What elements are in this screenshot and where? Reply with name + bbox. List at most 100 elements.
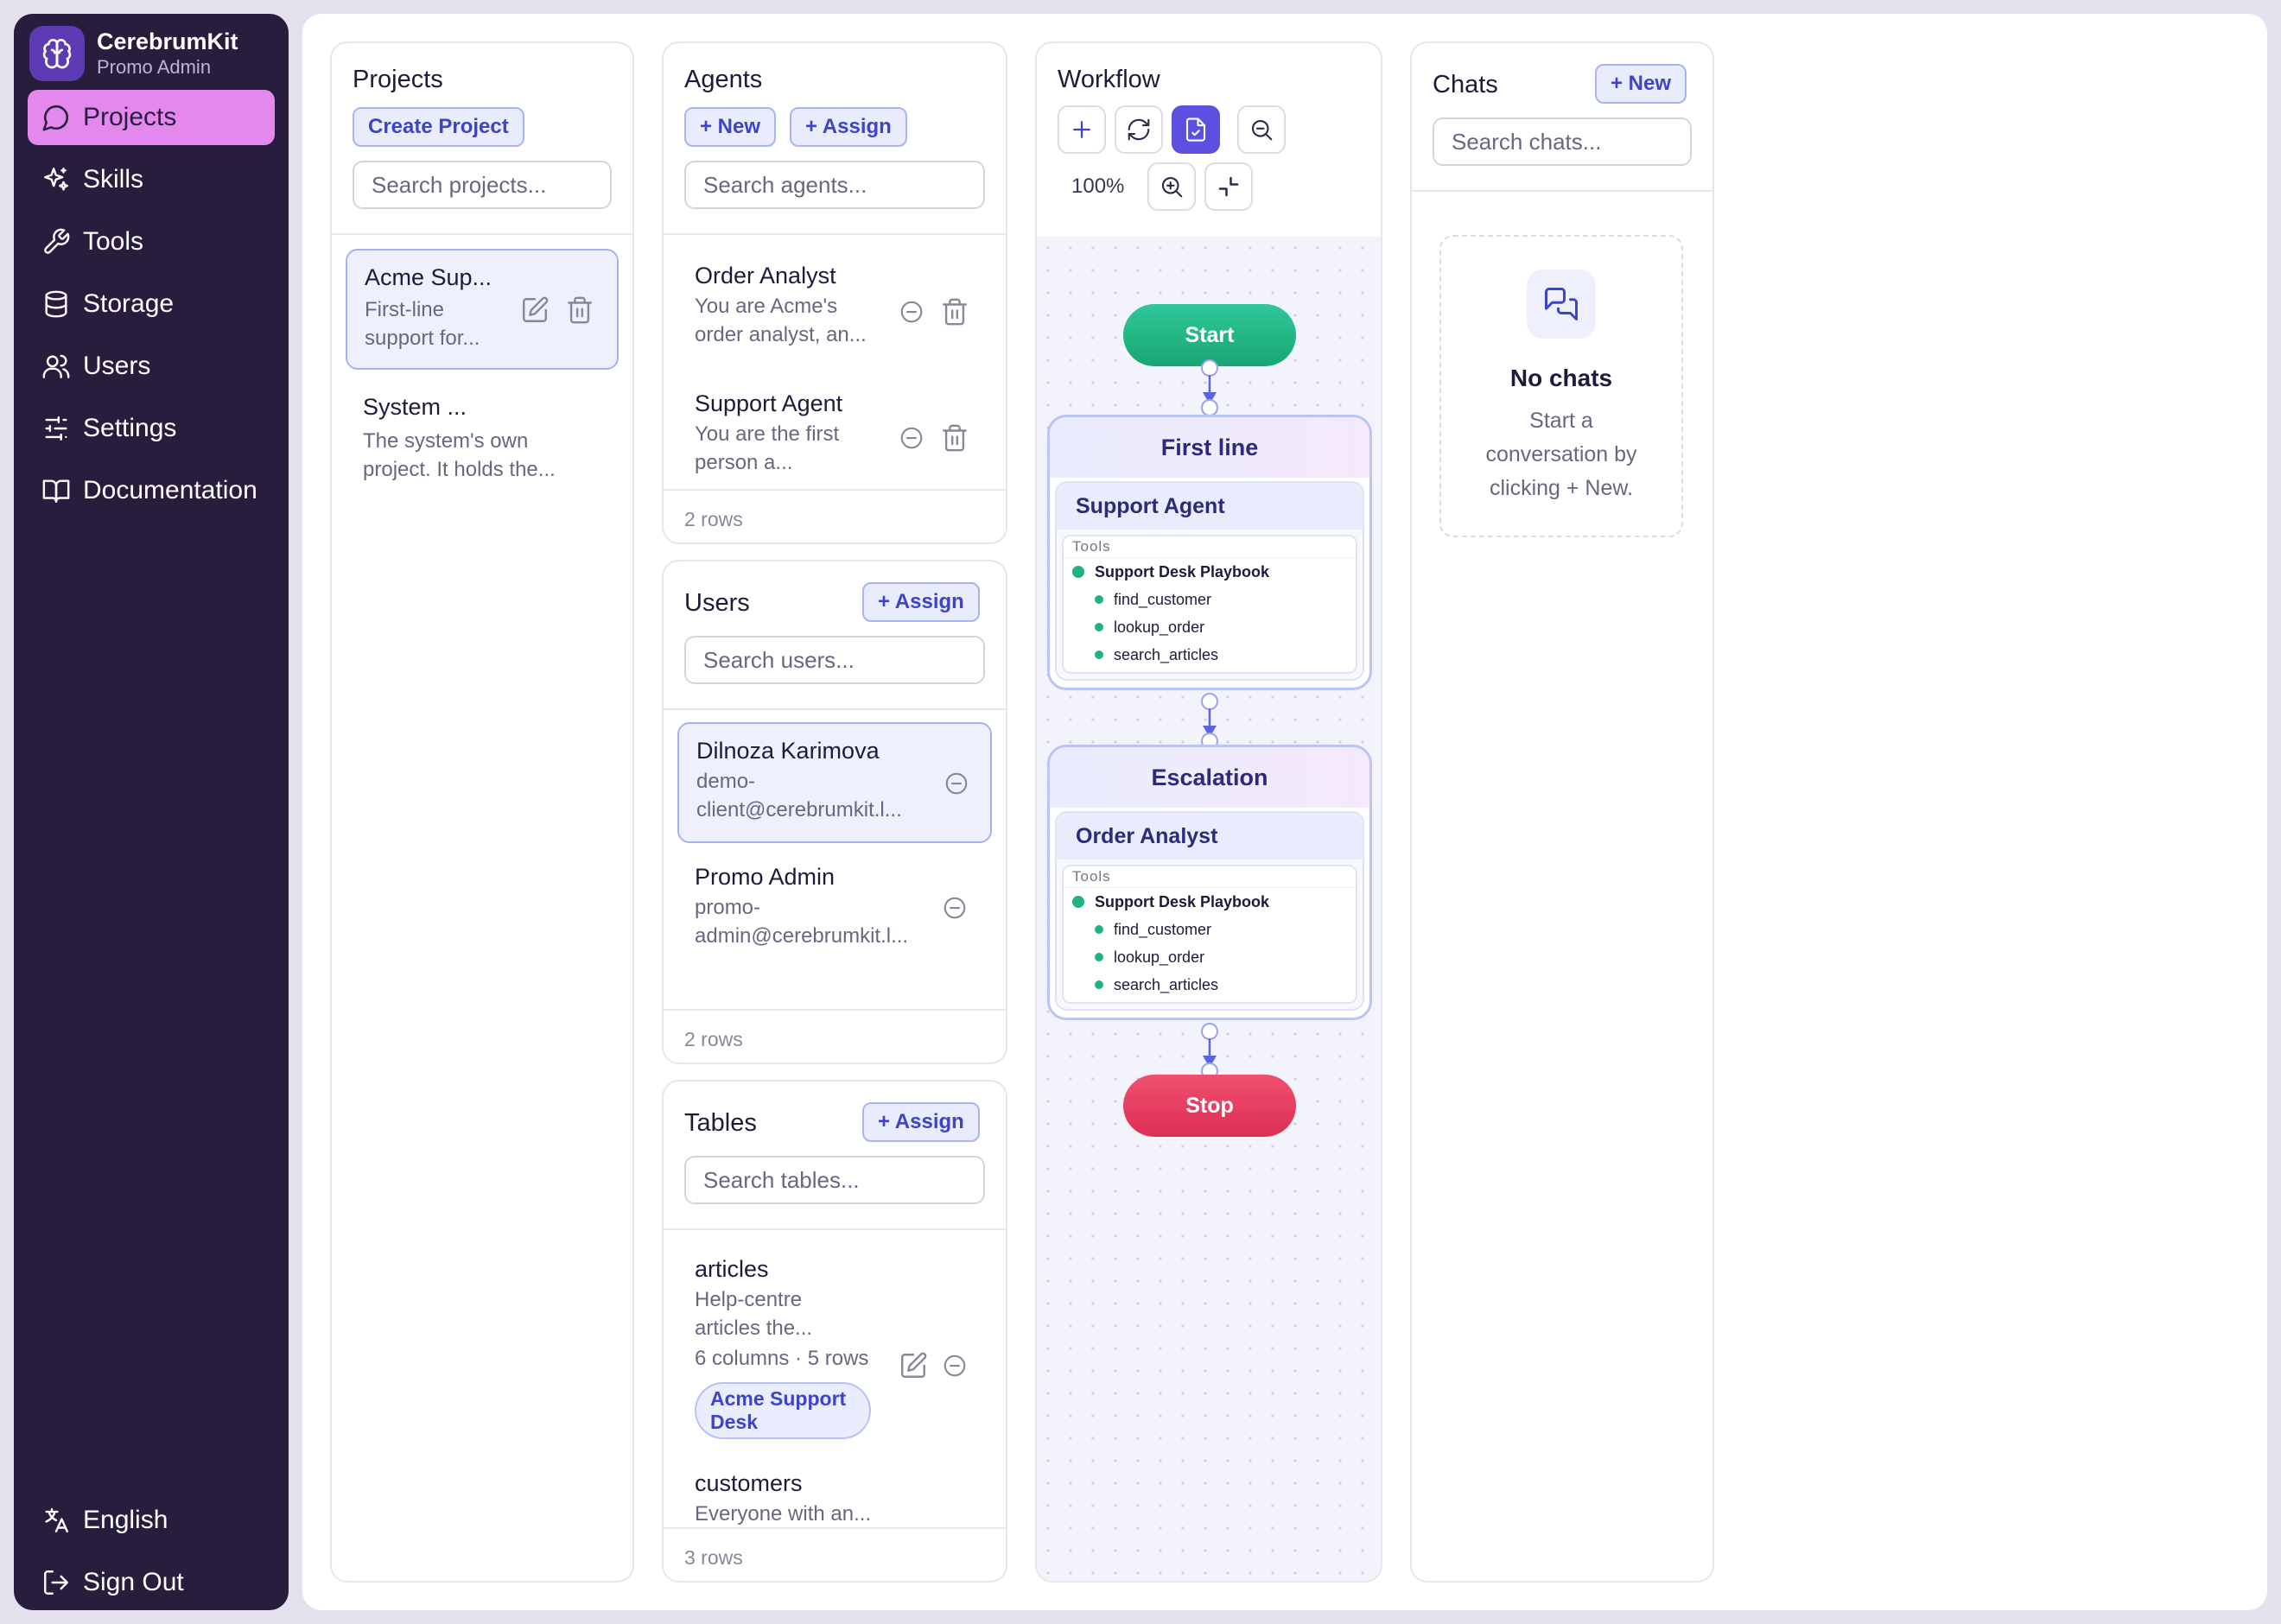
- search-projects-input[interactable]: [353, 161, 612, 209]
- panel-title: Users: [684, 589, 750, 617]
- validate-button[interactable]: [1172, 105, 1220, 154]
- table-description: Help-centre articles the...: [695, 1288, 813, 1340]
- search-agents-input[interactable]: [684, 161, 985, 209]
- remove-icon[interactable]: [899, 299, 924, 325]
- sidebar-item-label: Tools: [83, 227, 144, 256]
- search-users-input[interactable]: [684, 636, 985, 684]
- panel-title: Agents: [684, 66, 763, 93]
- assign-table-button[interactable]: + Assign: [862, 1102, 980, 1142]
- zoom-out-icon: [1251, 119, 1273, 141]
- translate-icon: [45, 1508, 68, 1532]
- user-email: demo-client@cerebrumkit.l...: [696, 770, 902, 822]
- tool-item: lookup_order: [1064, 613, 1356, 641]
- table-name: customers: [695, 1470, 803, 1496]
- sidebar-item-label: Settings: [83, 414, 177, 442]
- trash-icon[interactable]: [940, 297, 969, 327]
- edit-icon[interactable]: [520, 295, 550, 325]
- stage-agent[interactable]: Order Analyst Tools Support Desk Playboo…: [1055, 811, 1364, 1011]
- table-name: articles: [695, 1256, 769, 1282]
- user-card[interactable]: Promo Admin promo-admin@cerebrumkit.l...: [677, 850, 992, 971]
- new-agent-button[interactable]: + New: [684, 107, 777, 147]
- connector-arrow: [1201, 1023, 1218, 1080]
- tools-heading: Tools: [1064, 538, 1356, 558]
- language-selector[interactable]: English: [28, 1493, 275, 1548]
- agent-card[interactable]: Order Analyst You are Acme's order analy…: [677, 249, 992, 370]
- sidebar-item-label: Skills: [83, 165, 144, 193]
- plus-icon: [1073, 121, 1090, 138]
- zoom-out-button[interactable]: [1237, 105, 1286, 154]
- projects-panel: Projects Create Project Acme Sup... Firs…: [330, 41, 634, 1583]
- agent-description: You are the first person a...: [695, 422, 840, 474]
- zoom-in-button[interactable]: [1147, 162, 1196, 211]
- sidebar-item-storage[interactable]: Storage: [28, 276, 275, 332]
- user-card[interactable]: Dilnoza Karimova demo-client@cerebrumkit…: [677, 722, 992, 843]
- table-card[interactable]: articles Help-centre articles the... 6 c…: [677, 1242, 992, 1450]
- sidebar-item-documentation[interactable]: Documentation: [28, 463, 275, 518]
- panel-title: Tables: [684, 1109, 757, 1137]
- sidebar-item-projects[interactable]: Projects: [28, 90, 275, 145]
- project-tag: Acme Support Desk: [695, 1382, 871, 1439]
- trash-icon[interactable]: [940, 423, 969, 453]
- row-count: 2 rows: [684, 1028, 743, 1050]
- project-card[interactable]: System ... The system's own project. It …: [346, 380, 619, 501]
- file-check-icon: [1185, 117, 1206, 142]
- chats-icon: [1527, 270, 1596, 339]
- workflow-canvas[interactable]: Start First line Support Agent Tools Sup…: [1037, 237, 1381, 1581]
- tool-item: search_articles: [1064, 641, 1356, 669]
- table-description: Everyone with an...: [695, 1502, 872, 1526]
- remove-icon[interactable]: [899, 425, 924, 451]
- sidebar-item-settings[interactable]: Settings: [28, 401, 275, 456]
- brand[interactable]: CerebrumKit Promo Admin: [29, 26, 238, 81]
- sidebar-item-tools[interactable]: Tools: [28, 214, 275, 270]
- create-project-button[interactable]: Create Project: [353, 107, 524, 147]
- assign-agent-button[interactable]: + Assign: [790, 107, 907, 147]
- user-name: Promo Admin: [695, 864, 836, 890]
- remove-icon[interactable]: [942, 895, 968, 921]
- project-card[interactable]: Acme Sup... First-line support for...: [346, 249, 619, 370]
- table-card[interactable]: customers Everyone with an...: [677, 1460, 992, 1529]
- stage-first-line[interactable]: First line Support Agent Tools Support D…: [1047, 415, 1372, 690]
- brand-name: CerebrumKit: [97, 29, 238, 54]
- panel-title: Workflow: [1058, 66, 1160, 93]
- sidebar-item-skills[interactable]: Skills: [28, 152, 275, 207]
- search-tables-input[interactable]: [684, 1156, 985, 1204]
- sidebar-item-users[interactable]: Users: [28, 339, 275, 394]
- add-node-button[interactable]: [1058, 105, 1106, 154]
- tool-item: search_articles: [1064, 971, 1356, 999]
- search-chats-input[interactable]: [1433, 117, 1692, 166]
- remove-icon[interactable]: [944, 771, 969, 796]
- trash-icon[interactable]: [565, 295, 594, 325]
- brand-subtitle: Promo Admin: [97, 56, 212, 78]
- empty-title: No chats: [1509, 365, 1613, 391]
- agents-panel: Agents + New + Assign Order Analyst You …: [662, 41, 1007, 544]
- agent-card[interactable]: Support Agent You are the first person a…: [677, 377, 992, 498]
- remove-icon[interactable]: [942, 1353, 968, 1379]
- status-dot: [1095, 980, 1103, 989]
- sliders-icon: [45, 416, 67, 441]
- tools-list: Tools Support Desk Playbook find_custome…: [1062, 865, 1357, 1004]
- edit-icon[interactable]: [899, 1351, 928, 1380]
- stage-escalation[interactable]: Escalation Order Analyst Tools Support D…: [1047, 745, 1372, 1020]
- refresh-button[interactable]: [1115, 105, 1163, 154]
- new-chat-button[interactable]: + New: [1595, 64, 1687, 104]
- project-name: System ...: [363, 394, 467, 420]
- wrench-icon: [44, 228, 70, 254]
- stage-agent[interactable]: Support Agent Tools Support Desk Playboo…: [1055, 481, 1364, 681]
- sign-out-button[interactable]: Sign Out: [28, 1555, 275, 1610]
- fit-view-button[interactable]: [1204, 162, 1253, 211]
- stop-node[interactable]: Stop: [1123, 1075, 1296, 1137]
- stage-title: Escalation: [1050, 747, 1369, 808]
- empty-state: No chats Start a conversation by clickin…: [1439, 235, 1683, 537]
- row-count: 2 rows: [684, 508, 743, 530]
- tool-item: lookup_order: [1064, 943, 1356, 971]
- sidebar-item-label: Projects: [83, 103, 177, 131]
- assign-user-button[interactable]: + Assign: [862, 582, 980, 622]
- agent-name: Order Analyst: [695, 263, 836, 289]
- empty-description: Start a conversation by clicking + New.: [1485, 409, 1637, 500]
- connector-arrow: [1201, 693, 1218, 750]
- project-description: The system's own project. It holds the..…: [363, 429, 556, 481]
- status-dot: [1095, 595, 1103, 604]
- minimize-icon: [1218, 176, 1239, 197]
- project-description: First-line support for...: [365, 298, 480, 350]
- language-label: English: [83, 1506, 168, 1534]
